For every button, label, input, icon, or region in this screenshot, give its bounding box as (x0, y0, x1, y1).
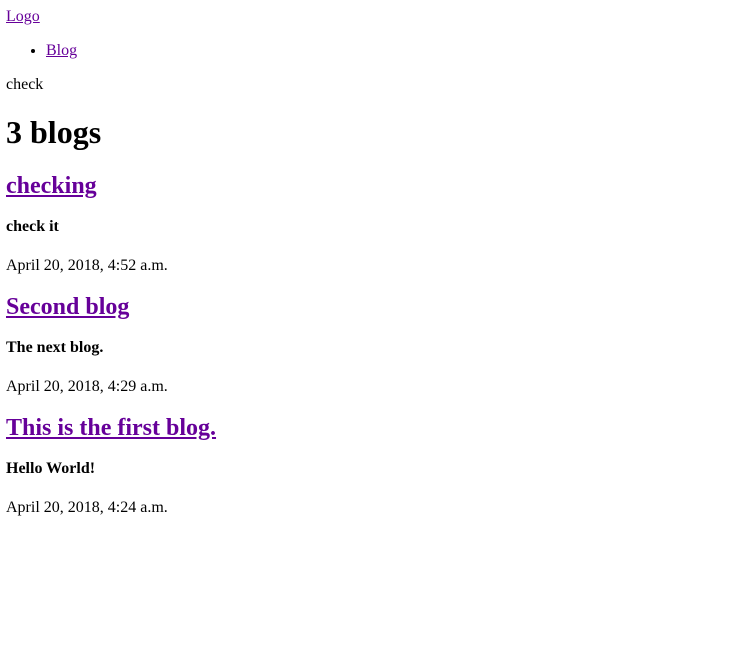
nav-list: Blog (6, 42, 746, 60)
page: Logo Blog check 3 blogs checking check i… (0, 0, 752, 517)
post-item: This is the first blog. Hello World! Apr… (6, 414, 746, 517)
logo-link[interactable]: Logo (6, 0, 746, 26)
nav-link-blog[interactable]: Blog (46, 42, 77, 59)
post-summary: Hello World! (6, 460, 96, 477)
post-title: Second blog (6, 293, 746, 321)
post-item: Second blog The next blog. April 20, 201… (6, 293, 746, 396)
post-title-link[interactable]: Second blog (6, 294, 129, 320)
post-title-link[interactable]: This is the first blog. (6, 415, 216, 441)
main-content: 3 blogs checking check it April 20, 2018… (6, 114, 746, 517)
post-title-link[interactable]: checking (6, 173, 97, 199)
post-title: checking (6, 172, 746, 200)
post-date: April 20, 2018, 4:29 a.m. (6, 378, 168, 395)
blog-count-heading: 3 blogs (6, 114, 102, 150)
post-title: This is the first blog. (6, 414, 746, 442)
post-date: April 20, 2018, 4:24 a.m. (6, 499, 168, 516)
post-summary: check it (6, 218, 59, 235)
site-header: Logo Blog check (6, 0, 746, 94)
post-date: April 20, 2018, 4:52 a.m. (6, 257, 168, 274)
post-item: checking check it April 20, 2018, 4:52 a… (6, 172, 746, 275)
post-list: checking check it April 20, 2018, 4:52 a… (6, 172, 746, 517)
tagline: check (6, 76, 44, 93)
post-summary: The next blog. (6, 339, 104, 356)
nav-item-blog: Blog (46, 42, 746, 60)
